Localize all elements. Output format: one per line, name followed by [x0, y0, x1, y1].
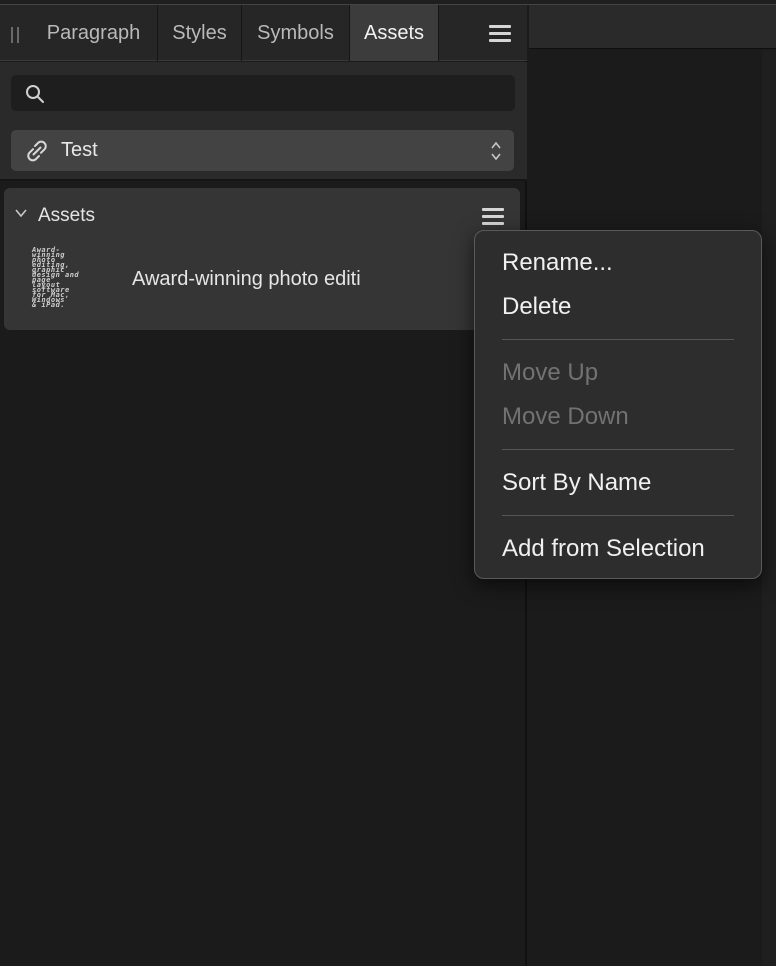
menu-separator [502, 515, 734, 516]
section-title[interactable]: Assets [38, 205, 95, 227]
search-icon [26, 85, 44, 103]
tab-paragraph[interactable]: Paragraph [30, 5, 158, 61]
menu-item-rename[interactable]: Rename... [502, 249, 613, 277]
menu-separator [502, 449, 734, 450]
menu-separator [502, 339, 734, 340]
category-selector[interactable]: Test [11, 130, 514, 171]
tab-assets[interactable]: Assets [350, 5, 439, 61]
document-tab-strip [529, 5, 776, 49]
right-panel-edge [762, 50, 776, 966]
section-menu-icon[interactable] [482, 208, 504, 226]
assets-panel: Paragraph Styles Symbols Assets Test Ass… [0, 5, 527, 966]
tab-styles[interactable]: Styles [158, 5, 242, 61]
panel-menu-icon[interactable] [489, 25, 511, 43]
asset-label[interactable]: Award-winning photo editi [132, 268, 361, 291]
menu-item-move-up: Move Up [502, 359, 599, 386]
menu-item-move-down: Move Down [502, 403, 629, 430]
panel-controls: Test [0, 62, 527, 181]
context-menu: Rename... Delete Move Up Move Down Sort … [474, 230, 762, 579]
asset-thumbnail[interactable]: Award- winning photo editing, graphic de… [32, 247, 112, 309]
chevron-down-icon[interactable] [14, 206, 28, 220]
search-field[interactable] [11, 75, 515, 111]
app-window: Paragraph Styles Symbols Assets Test Ass… [0, 0, 776, 966]
drag-handle-icon[interactable] [11, 27, 19, 43]
up-down-chevron-icon [491, 141, 501, 161]
panel-tab-bar: Paragraph Styles Symbols Assets [0, 5, 527, 61]
menu-item-sort-by-name[interactable]: Sort By Name [502, 469, 651, 497]
thumbnail-line: & iPad. [32, 301, 66, 309]
menu-item-add-from-selection[interactable]: Add from Selection [502, 535, 705, 563]
menu-item-delete[interactable]: Delete [502, 293, 571, 321]
tab-symbols[interactable]: Symbols [242, 5, 350, 61]
category-label: Test [61, 139, 98, 161]
search-input[interactable] [55, 81, 505, 105]
assets-section: Assets Award- winning photo editing, gra… [4, 188, 520, 330]
link-icon [27, 140, 47, 162]
